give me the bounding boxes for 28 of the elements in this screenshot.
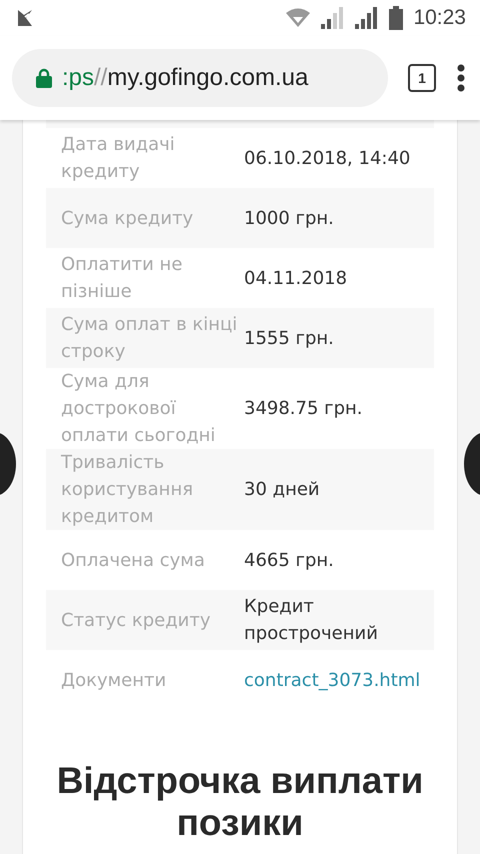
- tab-switcher-button[interactable]: 1: [408, 64, 436, 92]
- address-field[interactable]: :ps//my.gofingo.com.ua: [12, 49, 388, 107]
- field-value: Кредит прострочений: [244, 595, 379, 646]
- field-value: 1000 грн.: [244, 206, 334, 230]
- field-label: Тривалість користування кредитом: [61, 451, 194, 529]
- wifi-icon: [285, 8, 312, 28]
- field-label: Дата видачі кредиту: [61, 133, 176, 184]
- field-value: 30 дней: [244, 478, 320, 502]
- clock: 10:23: [413, 6, 466, 30]
- signal-icon: [355, 7, 380, 29]
- field-value: 06.10.2018, 14:40: [244, 146, 410, 170]
- field-label: Сума кредиту: [61, 206, 194, 230]
- field-value: 3498.75 грн.: [244, 397, 363, 421]
- field-label: Статус кредиту: [61, 608, 212, 632]
- field-value: 04.11.2018: [244, 266, 348, 290]
- field-value: 4665 грн.: [244, 548, 334, 572]
- section-heading: Відстрочка виплати позики: [56, 760, 424, 844]
- battery-icon: [389, 6, 404, 30]
- field-value: 1555 грн.: [244, 326, 334, 350]
- field-label: Сума для дострокової оплати сьогодні: [61, 370, 216, 448]
- document-link[interactable]: contract_3073.html: [244, 666, 420, 694]
- lock-icon: [36, 68, 52, 88]
- menu-icon[interactable]: [456, 64, 466, 92]
- field-label: Оплатити не пізніше: [61, 253, 184, 304]
- signal-icon: [321, 7, 346, 29]
- field-label: Оплачена сума: [61, 548, 206, 572]
- field-label: Документи: [61, 668, 168, 692]
- field-label: Сума оплат в кінці строку: [61, 313, 238, 364]
